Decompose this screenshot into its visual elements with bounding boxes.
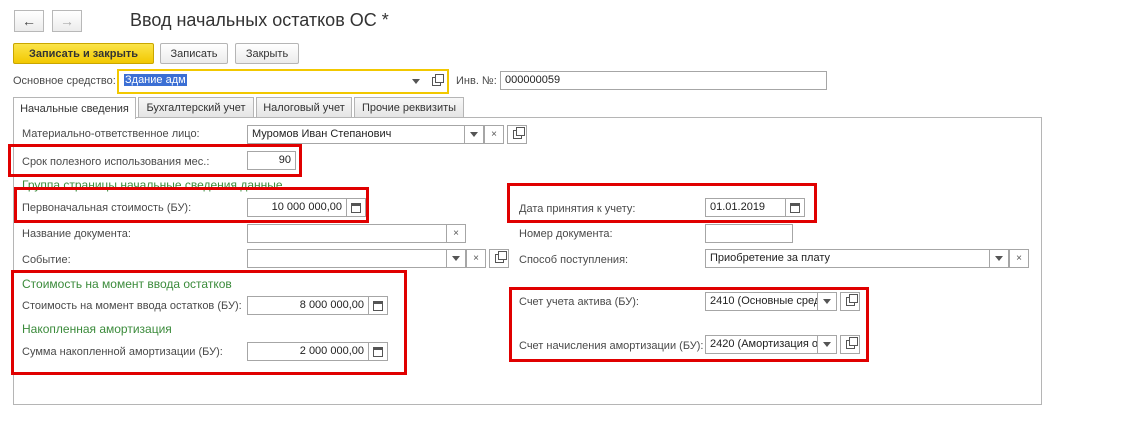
- asset-account-label: Счет учета актива (БУ):: [519, 296, 639, 308]
- asset-input[interactable]: Здание адм: [120, 72, 406, 91]
- tab-accounting[interactable]: Бухгалтерский учет: [138, 97, 254, 118]
- receipt-method-dropdown-button[interactable]: [989, 249, 1009, 268]
- amort-sum-input[interactable]: 2 000 000,00: [247, 342, 369, 361]
- initial-cost-label: Первоначальная стоимость (БУ):: [22, 202, 192, 214]
- useful-life-label: Срок полезного использования мес.:: [22, 156, 210, 168]
- receipt-method-input[interactable]: Приобретение за плату: [705, 249, 990, 268]
- chevron-down-icon: [470, 132, 478, 137]
- inv-label: Инв. №:: [456, 75, 497, 87]
- amort-account-label: Счет начисления амортизации (БУ):: [519, 340, 704, 352]
- save-button[interactable]: Записать: [160, 43, 228, 64]
- chevron-down-icon: [452, 256, 460, 261]
- open-icon: [431, 74, 444, 86]
- group-title: Группа страницы начальные сведения данны…: [22, 178, 283, 192]
- page-title: Ввод начальных остатков ОС *: [130, 10, 389, 30]
- chevron-down-icon: [823, 342, 831, 347]
- amort-account-dropdown-button[interactable]: [817, 335, 837, 354]
- amort-account-input[interactable]: 2420 (Амортизация о: [705, 335, 818, 354]
- event-dropdown-button[interactable]: [446, 249, 466, 268]
- asset-selected-text: Здание адм: [124, 74, 187, 86]
- close-button[interactable]: Закрыть: [235, 43, 299, 64]
- asset-open-button[interactable]: [426, 72, 446, 91]
- mol-dropdown-button[interactable]: [464, 125, 484, 144]
- open-icon: [494, 251, 507, 263]
- cost-at-entry-label: Стоимость на момент ввода остатков (БУ):: [22, 300, 242, 312]
- save-and-close-button[interactable]: Записать и закрыть: [13, 43, 154, 64]
- cost-at-entry-input[interactable]: 8 000 000,00: [247, 296, 369, 315]
- mol-open-button[interactable]: [507, 125, 527, 144]
- doc-name-input[interactable]: [247, 224, 447, 243]
- chevron-down-icon: [995, 256, 1003, 261]
- asset-dropdown-button[interactable]: [406, 72, 426, 91]
- chevron-down-icon: [823, 299, 831, 304]
- event-open-button[interactable]: [489, 249, 509, 268]
- asset-account-dropdown-button[interactable]: [817, 292, 837, 311]
- close-icon: ×: [1016, 253, 1022, 264]
- doc-name-label: Название документа:: [22, 228, 131, 240]
- amort-account-open-button[interactable]: [840, 335, 860, 354]
- cost-at-entry-calc-button[interactable]: [368, 296, 388, 315]
- tab-initial-info[interactable]: Начальные сведения: [13, 97, 136, 119]
- acceptance-date-label: Дата принятия к учету:: [519, 203, 636, 215]
- amort-group-title: Накопленная амортизация: [22, 322, 172, 336]
- initial-cost-calc-button[interactable]: [346, 198, 366, 217]
- mol-input[interactable]: Муромов Иван Степанович: [247, 125, 465, 144]
- open-icon: [845, 294, 858, 306]
- event-label: Событие:: [22, 254, 71, 266]
- initial-cost-input[interactable]: 10 000 000,00: [247, 198, 347, 217]
- useful-life-input[interactable]: 90: [247, 151, 296, 170]
- close-icon: ×: [473, 253, 479, 264]
- open-icon: [512, 127, 525, 139]
- acceptance-date-input[interactable]: 01.01.2019: [705, 198, 786, 217]
- acceptance-date-picker-button[interactable]: [785, 198, 805, 217]
- mol-label: Материально-ответственное лицо:: [22, 128, 200, 140]
- close-icon: ×: [453, 228, 459, 239]
- asset-account-input[interactable]: 2410 (Основные сред: [705, 292, 818, 311]
- amort-sum-calc-button[interactable]: [368, 342, 388, 361]
- back-button[interactable]: ←: [14, 10, 44, 32]
- arrow-right-icon: →: [60, 13, 74, 29]
- amort-sum-label: Сумма накопленной амортизации (БУ):: [22, 346, 223, 358]
- calculator-icon: [351, 202, 361, 213]
- doc-number-input[interactable]: [705, 224, 793, 243]
- forward-button[interactable]: →: [52, 10, 82, 32]
- tab-tax[interactable]: Налоговый учет: [256, 97, 352, 118]
- asset-label: Основное средство:: [13, 75, 116, 87]
- receipt-method-clear-button[interactable]: ×: [1009, 249, 1029, 268]
- doc-name-clear-button[interactable]: ×: [446, 224, 466, 243]
- open-icon: [845, 337, 858, 349]
- calendar-icon: [790, 202, 800, 213]
- receipt-method-label: Способ поступления:: [519, 254, 629, 266]
- cost-group-title: Стоимость на момент ввода остатков: [22, 277, 232, 291]
- tab-other[interactable]: Прочие реквизиты: [354, 97, 464, 118]
- asset-account-open-button[interactable]: [840, 292, 860, 311]
- close-icon: ×: [491, 129, 497, 140]
- arrow-left-icon: ←: [22, 13, 36, 29]
- chevron-down-icon: [412, 79, 420, 84]
- event-clear-button[interactable]: ×: [466, 249, 486, 268]
- calculator-icon: [373, 300, 383, 311]
- inv-number-input[interactable]: 000000059: [500, 71, 827, 90]
- calculator-icon: [373, 346, 383, 357]
- event-input[interactable]: [247, 249, 447, 268]
- mol-clear-button[interactable]: ×: [484, 125, 504, 144]
- doc-number-label: Номер документа:: [519, 228, 613, 240]
